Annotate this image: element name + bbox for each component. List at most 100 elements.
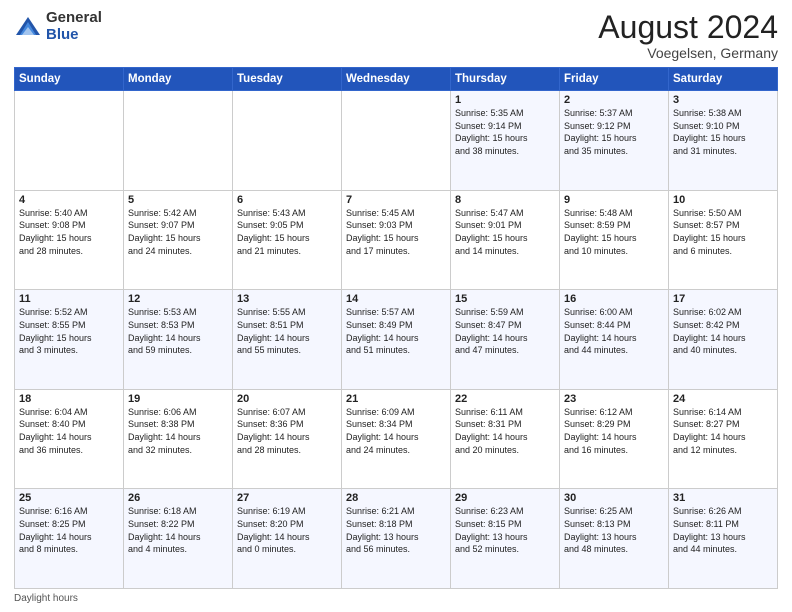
day-number: 14 bbox=[346, 293, 446, 305]
weekday-header: Sunday bbox=[15, 68, 124, 91]
day-info: Sunrise: 6:09 AM Sunset: 8:34 PM Dayligh… bbox=[346, 406, 446, 456]
day-info: Sunrise: 6:12 AM Sunset: 8:29 PM Dayligh… bbox=[564, 406, 664, 456]
calendar-cell: 1Sunrise: 5:35 AM Sunset: 9:14 PM Daylig… bbox=[451, 91, 560, 191]
calendar-week-row: 25Sunrise: 6:16 AM Sunset: 8:25 PM Dayli… bbox=[15, 489, 778, 589]
day-info: Sunrise: 6:02 AM Sunset: 8:42 PM Dayligh… bbox=[673, 306, 773, 356]
day-number: 1 bbox=[455, 94, 555, 106]
day-number: 24 bbox=[673, 393, 773, 405]
weekday-header: Saturday bbox=[669, 68, 778, 91]
day-number: 10 bbox=[673, 194, 773, 206]
weekday-header: Monday bbox=[124, 68, 233, 91]
day-info: Sunrise: 6:21 AM Sunset: 8:18 PM Dayligh… bbox=[346, 505, 446, 555]
day-info: Sunrise: 6:11 AM Sunset: 8:31 PM Dayligh… bbox=[455, 406, 555, 456]
calendar-week-row: 1Sunrise: 5:35 AM Sunset: 9:14 PM Daylig… bbox=[15, 91, 778, 191]
page: General Blue August 2024 Voegelsen, Germ… bbox=[0, 0, 792, 612]
day-info: Sunrise: 5:37 AM Sunset: 9:12 PM Dayligh… bbox=[564, 107, 664, 157]
day-info: Sunrise: 5:38 AM Sunset: 9:10 PM Dayligh… bbox=[673, 107, 773, 157]
calendar-cell: 2Sunrise: 5:37 AM Sunset: 9:12 PM Daylig… bbox=[560, 91, 669, 191]
calendar-week-row: 11Sunrise: 5:52 AM Sunset: 8:55 PM Dayli… bbox=[15, 290, 778, 390]
day-info: Sunrise: 5:48 AM Sunset: 8:59 PM Dayligh… bbox=[564, 207, 664, 257]
calendar-cell: 16Sunrise: 6:00 AM Sunset: 8:44 PM Dayli… bbox=[560, 290, 669, 390]
day-number: 31 bbox=[673, 492, 773, 504]
calendar-cell bbox=[15, 91, 124, 191]
calendar-cell: 3Sunrise: 5:38 AM Sunset: 9:10 PM Daylig… bbox=[669, 91, 778, 191]
day-number: 15 bbox=[455, 293, 555, 305]
day-info: Sunrise: 5:53 AM Sunset: 8:53 PM Dayligh… bbox=[128, 306, 228, 356]
day-number: 25 bbox=[19, 492, 119, 504]
day-info: Sunrise: 5:40 AM Sunset: 9:08 PM Dayligh… bbox=[19, 207, 119, 257]
day-info: Sunrise: 5:42 AM Sunset: 9:07 PM Dayligh… bbox=[128, 207, 228, 257]
calendar-cell: 19Sunrise: 6:06 AM Sunset: 8:38 PM Dayli… bbox=[124, 389, 233, 489]
day-number: 17 bbox=[673, 293, 773, 305]
calendar-cell bbox=[342, 91, 451, 191]
day-number: 8 bbox=[455, 194, 555, 206]
day-info: Sunrise: 5:35 AM Sunset: 9:14 PM Dayligh… bbox=[455, 107, 555, 157]
day-info: Sunrise: 5:45 AM Sunset: 9:03 PM Dayligh… bbox=[346, 207, 446, 257]
title-block: August 2024 Voegelsen, Germany bbox=[598, 10, 778, 61]
day-info: Sunrise: 6:04 AM Sunset: 8:40 PM Dayligh… bbox=[19, 406, 119, 456]
logo: General Blue bbox=[14, 10, 102, 43]
calendar-cell: 6Sunrise: 5:43 AM Sunset: 9:05 PM Daylig… bbox=[233, 190, 342, 290]
day-number: 9 bbox=[564, 194, 664, 206]
logo-icon bbox=[14, 13, 42, 41]
weekday-header: Thursday bbox=[451, 68, 560, 91]
day-number: 19 bbox=[128, 393, 228, 405]
day-number: 26 bbox=[128, 492, 228, 504]
day-number: 16 bbox=[564, 293, 664, 305]
calendar-cell: 13Sunrise: 5:55 AM Sunset: 8:51 PM Dayli… bbox=[233, 290, 342, 390]
calendar-cell: 26Sunrise: 6:18 AM Sunset: 8:22 PM Dayli… bbox=[124, 489, 233, 589]
day-info: Sunrise: 6:23 AM Sunset: 8:15 PM Dayligh… bbox=[455, 505, 555, 555]
day-info: Sunrise: 6:00 AM Sunset: 8:44 PM Dayligh… bbox=[564, 306, 664, 356]
calendar-cell: 23Sunrise: 6:12 AM Sunset: 8:29 PM Dayli… bbox=[560, 389, 669, 489]
header: General Blue August 2024 Voegelsen, Germ… bbox=[14, 10, 778, 61]
day-number: 7 bbox=[346, 194, 446, 206]
day-number: 30 bbox=[564, 492, 664, 504]
calendar-cell: 25Sunrise: 6:16 AM Sunset: 8:25 PM Dayli… bbox=[15, 489, 124, 589]
day-info: Sunrise: 5:59 AM Sunset: 8:47 PM Dayligh… bbox=[455, 306, 555, 356]
day-info: Sunrise: 6:06 AM Sunset: 8:38 PM Dayligh… bbox=[128, 406, 228, 456]
day-number: 20 bbox=[237, 393, 337, 405]
calendar-cell: 31Sunrise: 6:26 AM Sunset: 8:11 PM Dayli… bbox=[669, 489, 778, 589]
calendar-cell: 27Sunrise: 6:19 AM Sunset: 8:20 PM Dayli… bbox=[233, 489, 342, 589]
day-info: Sunrise: 6:14 AM Sunset: 8:27 PM Dayligh… bbox=[673, 406, 773, 456]
day-info: Sunrise: 5:52 AM Sunset: 8:55 PM Dayligh… bbox=[19, 306, 119, 356]
day-info: Sunrise: 6:18 AM Sunset: 8:22 PM Dayligh… bbox=[128, 505, 228, 555]
day-info: Sunrise: 6:26 AM Sunset: 8:11 PM Dayligh… bbox=[673, 505, 773, 555]
day-number: 28 bbox=[346, 492, 446, 504]
logo-text: General Blue bbox=[46, 10, 102, 43]
calendar-cell: 24Sunrise: 6:14 AM Sunset: 8:27 PM Dayli… bbox=[669, 389, 778, 489]
calendar-cell: 5Sunrise: 5:42 AM Sunset: 9:07 PM Daylig… bbox=[124, 190, 233, 290]
day-number: 5 bbox=[128, 194, 228, 206]
header-row: SundayMondayTuesdayWednesdayThursdayFrid… bbox=[15, 68, 778, 91]
day-info: Sunrise: 5:57 AM Sunset: 8:49 PM Dayligh… bbox=[346, 306, 446, 356]
day-number: 11 bbox=[19, 293, 119, 305]
calendar-cell: 4Sunrise: 5:40 AM Sunset: 9:08 PM Daylig… bbox=[15, 190, 124, 290]
day-number: 27 bbox=[237, 492, 337, 504]
calendar-week-row: 4Sunrise: 5:40 AM Sunset: 9:08 PM Daylig… bbox=[15, 190, 778, 290]
calendar-cell: 20Sunrise: 6:07 AM Sunset: 8:36 PM Dayli… bbox=[233, 389, 342, 489]
weekday-header: Tuesday bbox=[233, 68, 342, 91]
day-number: 21 bbox=[346, 393, 446, 405]
day-number: 3 bbox=[673, 94, 773, 106]
calendar-cell: 15Sunrise: 5:59 AM Sunset: 8:47 PM Dayli… bbox=[451, 290, 560, 390]
day-number: 22 bbox=[455, 393, 555, 405]
calendar-cell bbox=[124, 91, 233, 191]
calendar-cell: 11Sunrise: 5:52 AM Sunset: 8:55 PM Dayli… bbox=[15, 290, 124, 390]
footer-note: Daylight hours bbox=[14, 593, 778, 604]
day-number: 29 bbox=[455, 492, 555, 504]
calendar-cell: 21Sunrise: 6:09 AM Sunset: 8:34 PM Dayli… bbox=[342, 389, 451, 489]
day-number: 23 bbox=[564, 393, 664, 405]
calendar-cell: 8Sunrise: 5:47 AM Sunset: 9:01 PM Daylig… bbox=[451, 190, 560, 290]
weekday-header: Friday bbox=[560, 68, 669, 91]
day-number: 12 bbox=[128, 293, 228, 305]
day-info: Sunrise: 5:50 AM Sunset: 8:57 PM Dayligh… bbox=[673, 207, 773, 257]
calendar-cell: 10Sunrise: 5:50 AM Sunset: 8:57 PM Dayli… bbox=[669, 190, 778, 290]
day-info: Sunrise: 6:25 AM Sunset: 8:13 PM Dayligh… bbox=[564, 505, 664, 555]
calendar-cell: 30Sunrise: 6:25 AM Sunset: 8:13 PM Dayli… bbox=[560, 489, 669, 589]
calendar-cell: 12Sunrise: 5:53 AM Sunset: 8:53 PM Dayli… bbox=[124, 290, 233, 390]
day-number: 13 bbox=[237, 293, 337, 305]
calendar-cell: 17Sunrise: 6:02 AM Sunset: 8:42 PM Dayli… bbox=[669, 290, 778, 390]
day-info: Sunrise: 6:19 AM Sunset: 8:20 PM Dayligh… bbox=[237, 505, 337, 555]
day-info: Sunrise: 5:43 AM Sunset: 9:05 PM Dayligh… bbox=[237, 207, 337, 257]
day-info: Sunrise: 6:07 AM Sunset: 8:36 PM Dayligh… bbox=[237, 406, 337, 456]
